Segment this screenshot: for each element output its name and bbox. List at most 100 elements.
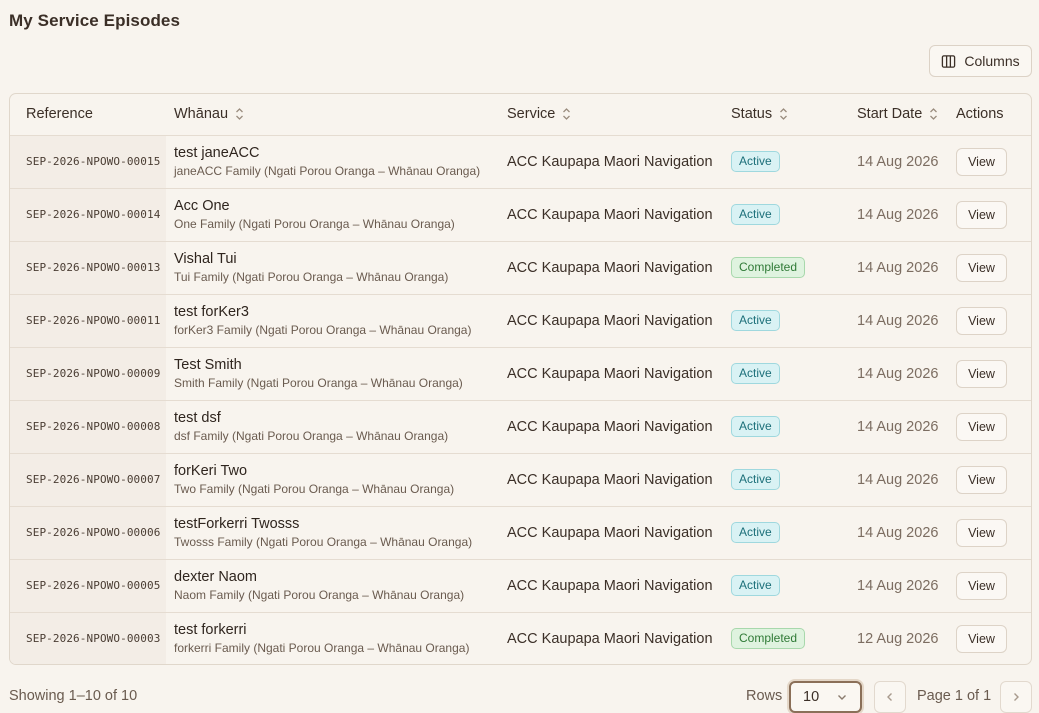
status-badge: Active <box>731 416 780 437</box>
whanau-cell: test forKer3 forKer3 Family (Ngati Porou … <box>166 294 499 347</box>
chevron-down-icon <box>838 695 846 700</box>
sort-icon <box>236 108 243 121</box>
status-cell: Completed <box>723 241 845 294</box>
service-cell: ACC Kaupapa Maori Navigation <box>507 524 713 541</box>
header-whanau[interactable]: Whānau <box>166 94 499 135</box>
status-cell: Active <box>723 135 845 188</box>
header-service[interactable]: Service <box>499 94 723 135</box>
rows-per-page-value: 10 <box>803 689 820 705</box>
status-badge: Active <box>731 151 780 172</box>
view-button[interactable]: View <box>956 412 1007 441</box>
actions-cell: View <box>952 294 1031 347</box>
reference-cell: SEP-2026-NPOWO-00009 <box>10 347 166 400</box>
view-button[interactable]: View <box>956 359 1007 388</box>
service-cell: ACC Kaupapa Maori Navigation <box>507 206 713 223</box>
reference-cell: SEP-2026-NPOWO-00013 <box>10 241 166 294</box>
whanau-family: Naom Family (Ngati Porou Oranga – Whānau… <box>174 587 465 602</box>
next-page-button[interactable] <box>1000 681 1032 713</box>
actions-cell: View <box>952 453 1031 506</box>
status-cell: Active <box>723 294 845 347</box>
whanau-name: test forKer3 <box>174 303 249 320</box>
showing-count: Showing 1–10 of 10 <box>9 688 138 704</box>
chevron-left-icon <box>887 693 892 701</box>
reference-cell: SEP-2026-NPOWO-00014 <box>10 188 166 241</box>
status-cell: Active <box>723 559 845 612</box>
table-row: SEP-2026-NPOWO-00014 Acc One One Family (N… <box>10 188 1031 241</box>
whanau-cell: Test Smith Smith Family (Ngati Porou Oran… <box>166 347 499 400</box>
reference-cell: SEP-2026-NPOWO-00015 <box>10 135 166 188</box>
whanau-cell: Vishal Tui Tui Family (Ngati Porou Oranga… <box>166 241 499 294</box>
start-date-cell: 14 Aug 2026 <box>857 577 939 594</box>
status-badge: Active <box>731 204 780 225</box>
status-badge: Active <box>731 522 780 543</box>
rows-per-page-select[interactable]: 10 <box>789 681 862 713</box>
status-badge: Completed <box>731 628 806 650</box>
reference-cell: SEP-2026-NPOWO-00005 <box>10 559 166 612</box>
table-row: SEP-2026-NPOWO-00009 Test Smith Smith Fami… <box>10 347 1031 400</box>
whanau-name: test janeACC <box>174 144 260 161</box>
status-badge: Active <box>731 310 780 331</box>
page-info: Page 1 of 1 <box>917 688 992 704</box>
view-button[interactable]: View <box>956 624 1007 653</box>
status-cell: Active <box>723 347 845 400</box>
view-button[interactable]: View <box>956 465 1007 494</box>
whanau-family: One Family (Ngati Porou Oranga – Whānau … <box>174 216 455 231</box>
view-button[interactable]: View <box>956 200 1007 229</box>
view-button[interactable]: View <box>956 306 1007 335</box>
service-cell: ACC Kaupapa Maori Navigation <box>507 153 713 170</box>
whanau-cell: test janeACC janeACC Family (Ngati Porou … <box>166 135 499 188</box>
start-date-cell: 14 Aug 2026 <box>857 153 939 170</box>
actions-cell: View <box>952 241 1031 294</box>
service-cell: ACC Kaupapa Maori Navigation <box>507 259 713 276</box>
status-badge: Active <box>731 575 780 596</box>
start-date-cell: 14 Aug 2026 <box>857 524 939 541</box>
table-header-row: Reference Whānau Service Status Start Da… <box>10 94 1031 135</box>
actions-cell: View <box>952 135 1031 188</box>
actions-cell: View <box>952 400 1031 453</box>
view-button[interactable]: View <box>956 147 1007 176</box>
actions-cell: View <box>952 612 1031 664</box>
previous-page-button[interactable] <box>874 681 906 713</box>
service-cell: ACC Kaupapa Maori Navigation <box>507 577 713 594</box>
start-date-cell: 14 Aug 2026 <box>857 259 939 276</box>
table-row: SEP-2026-NPOWO-00011 test forKer3 forKer3 … <box>10 294 1031 347</box>
sort-icon <box>930 108 938 121</box>
status-cell: Active <box>723 400 845 453</box>
status-badge: Active <box>731 363 780 384</box>
service-episodes-table: Reference Whānau Service Status Start Da… <box>9 93 1032 665</box>
columns-icon <box>942 54 956 68</box>
table-row: SEP-2026-NPOWO-00003 test forkerri forkerr… <box>10 612 1031 664</box>
start-date-cell: 14 Aug 2026 <box>857 365 939 382</box>
table-row: SEP-2026-NPOWO-00006 testForkerri Twosss T… <box>10 506 1031 559</box>
sort-icon <box>563 108 571 121</box>
rows-label: Rows <box>746 688 783 704</box>
whanau-name: dexter Naom <box>174 568 258 585</box>
reference-cell: SEP-2026-NPOWO-00011 <box>10 294 166 347</box>
service-cell: ACC Kaupapa Maori Navigation <box>507 312 713 329</box>
start-date-cell: 14 Aug 2026 <box>857 206 939 223</box>
whanau-name: testForkerri Twosss <box>174 515 300 532</box>
whanau-family: Two Family (Ngati Porou Oranga – Whānau … <box>174 481 455 496</box>
status-cell: Completed <box>723 612 845 664</box>
header-start-date[interactable]: Start Date <box>845 94 952 135</box>
table-row: SEP-2026-NPOWO-00013 Vishal Tui Tui Family… <box>10 241 1031 294</box>
columns-button[interactable]: Columns <box>929 45 1032 77</box>
view-button[interactable]: View <box>956 571 1007 600</box>
status-cell: Active <box>723 453 845 506</box>
whanau-family: Twosss Family (Ngati Porou Oranga – Whān… <box>174 534 473 549</box>
actions-cell: View <box>952 506 1031 559</box>
whanau-cell: test dsf dsf Family (Ngati Porou Oranga –… <box>166 400 499 453</box>
start-date-cell: 14 Aug 2026 <box>857 418 939 435</box>
view-button[interactable]: View <box>956 253 1007 282</box>
whanau-cell: forKeri Two Two Family (Ngati Porou Orang… <box>166 453 499 506</box>
whanau-name: test forkerri <box>174 621 247 638</box>
view-button[interactable]: View <box>956 518 1007 547</box>
reference-cell: SEP-2026-NPOWO-00008 <box>10 400 166 453</box>
status-badge: Active <box>731 469 780 490</box>
header-status[interactable]: Status <box>723 94 845 135</box>
reference-cell: SEP-2026-NPOWO-00003 <box>10 612 166 664</box>
start-date-cell: 14 Aug 2026 <box>857 471 939 488</box>
whanau-family: forKer3 Family (Ngati Porou Oranga – Whā… <box>174 322 472 337</box>
reference-cell: SEP-2026-NPOWO-00006 <box>10 506 166 559</box>
whanau-cell: dexter Naom Naom Family (Ngati Porou Oran… <box>166 559 499 612</box>
